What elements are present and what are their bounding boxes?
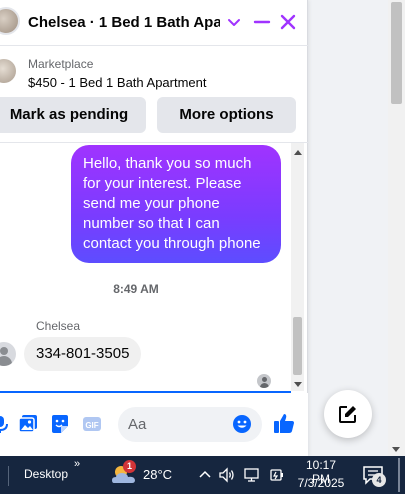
message-timestamp: 8:49 AM: [113, 282, 159, 296]
chat-header: Chelsea · 1 Bed 1 Bath Apa...: [0, 0, 308, 46]
desktop-toolbar-label[interactable]: Desktop: [24, 467, 68, 481]
sticker-icon[interactable]: [50, 414, 70, 434]
incoming-message-bubble[interactable]: 334-801-3505: [24, 337, 142, 371]
message-input-placeholder: Aa: [128, 416, 147, 433]
thumbs-up-icon[interactable]: [273, 412, 295, 434]
page-scrollbar-thumb[interactable]: [391, 2, 402, 104]
chat-window: Chelsea · 1 Bed 1 Bath Apa... Marketplac…: [0, 0, 308, 456]
chat-title[interactable]: Chelsea · 1 Bed 1 Bath Apa...: [28, 14, 220, 31]
message-scroll-down-arrow[interactable]: [294, 382, 302, 387]
svg-text:GIF: GIF: [85, 421, 98, 430]
toolbar-overflow-chevron[interactable]: »: [74, 458, 80, 470]
temperature-readout[interactable]: 28°C: [143, 467, 172, 482]
photo-icon[interactable]: [18, 414, 38, 434]
clock-date[interactable]: 7/3/2025: [296, 476, 346, 490]
avatar-body-shape: [0, 356, 12, 366]
listing-kind: Marketplace: [28, 57, 94, 71]
listing-description: $450 - 1 Bed 1 Bath Apartment: [28, 75, 207, 90]
message-scrollbar[interactable]: [291, 143, 304, 391]
close-icon[interactable]: [279, 13, 297, 31]
avatar-head-shape: [0, 347, 8, 355]
outgoing-message-bubble[interactable]: Hello, thank you so much for your intere…: [71, 145, 281, 263]
minimize-icon[interactable]: [253, 13, 271, 31]
message-scroll-up-arrow[interactable]: [294, 150, 302, 155]
message-scrollbar-thumb[interactable]: [293, 317, 302, 375]
weather-alert-badge: 1: [123, 460, 136, 473]
screen: Chelsea · 1 Bed 1 Bath Apa... Marketplac…: [0, 0, 405, 494]
microphone-icon[interactable]: [0, 414, 10, 434]
page-scroll-down-arrow[interactable]: [392, 447, 400, 452]
notification-count-badge: 4: [372, 473, 386, 487]
battery-plug-icon[interactable]: [268, 466, 286, 484]
new-message-button[interactable]: [324, 390, 372, 438]
more-options-button[interactable]: More options: [157, 97, 296, 133]
chevron-up-icon[interactable]: [196, 466, 214, 484]
listing-actions: Mark as pending More options: [0, 97, 308, 133]
contact-avatar[interactable]: [0, 7, 20, 35]
message-input[interactable]: Aa: [118, 407, 262, 442]
sender-name: Chelsea: [36, 319, 81, 333]
compose-icon: [339, 406, 356, 423]
seen-indicator-avatar: [257, 374, 271, 388]
show-desktop-edge[interactable]: [398, 458, 400, 492]
message-composer: GIF Aa: [0, 393, 308, 456]
mark-as-pending-button[interactable]: Mark as pending: [0, 97, 146, 133]
gif-icon[interactable]: GIF: [82, 414, 102, 434]
speaker-icon[interactable]: [218, 466, 236, 484]
chevron-down-icon[interactable]: [226, 14, 242, 30]
seen-head-shape: [262, 377, 267, 382]
taskbar-separator: [8, 466, 9, 486]
emoji-icon[interactable]: [232, 414, 252, 434]
listing-thumbnail: [0, 59, 16, 83]
windows-taskbar: Desktop » 1 28°C 10:17 PM 7/3/2025 4: [0, 456, 405, 494]
seen-body-shape: [260, 383, 269, 388]
sender-avatar[interactable]: [0, 342, 16, 366]
network-icon[interactable]: [243, 466, 261, 484]
marketplace-listing[interactable]: Marketplace $450 - 1 Bed 1 Bath Apartmen…: [0, 47, 308, 95]
message-list: Hello, thank you so much for your intere…: [0, 143, 291, 391]
page-scrollbar[interactable]: [388, 0, 405, 456]
